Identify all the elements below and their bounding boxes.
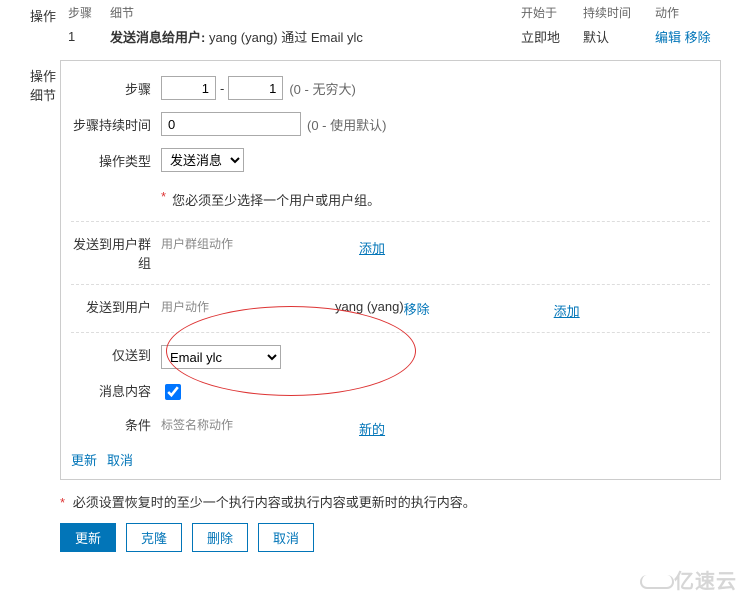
col-duration: 持续时间 <box>577 2 647 23</box>
col-action-groups: 动作 <box>209 235 359 252</box>
col-user-group: 用户群组 <box>161 235 209 252</box>
operations-table: 步骤 细节 开始于 持续时间 动作 1 发送消息给用户: yang (yang)… <box>60 0 721 50</box>
step-duration-input[interactable] <box>161 112 301 136</box>
row-step: 1 <box>62 25 102 48</box>
col-tag: 标签 <box>161 416 185 433</box>
delete-button[interactable]: 删除 <box>192 523 248 552</box>
panel-cancel-link[interactable]: 取消 <box>107 450 133 469</box>
bottom-warning-text: 必须设置恢复时的至少一个执行内容或执行内容或更新时的执行内容。 <box>73 495 476 510</box>
message-content-checkbox[interactable] <box>165 384 181 400</box>
row-detail-rest: yang (yang) 通过 Email ylc <box>209 30 363 45</box>
col-action: 动作 <box>649 2 719 23</box>
add-group-link[interactable]: 添加 <box>359 238 385 257</box>
row-detail-bold: 发送消息给用户: <box>110 30 205 45</box>
step-from-input[interactable] <box>161 76 216 100</box>
new-condition-link[interactable]: 新的 <box>359 419 385 438</box>
col-action-cond: 动作 <box>209 416 359 433</box>
col-action-users: 动作 <box>185 298 335 315</box>
user-item-name: yang (yang) <box>335 299 404 318</box>
col-detail: 细节 <box>104 2 513 23</box>
col-start: 开始于 <box>515 2 575 23</box>
required-mark: * <box>161 189 166 204</box>
panel-update-link[interactable]: 更新 <box>71 450 97 469</box>
add-user-link[interactable]: 添加 <box>554 301 580 320</box>
table-row: 1 发送消息给用户: yang (yang) 通过 Email ylc 立即地 … <box>62 25 719 48</box>
row-duration: 默认 <box>577 25 647 48</box>
col-user: 用户 <box>161 298 185 315</box>
step-duration-hint: (0 - 使用默认) <box>307 115 386 134</box>
row-detail: 发送消息给用户: yang (yang) 通过 Email ylc <box>104 25 513 48</box>
condition-label: 条件 <box>71 415 161 434</box>
send-only-to-select[interactable]: Email ylc <box>161 345 281 369</box>
bottom-warning: * 必须设置恢复时的至少一个执行内容或执行内容或更新时的执行内容。 <box>60 492 721 511</box>
remove-user-link[interactable]: 移除 <box>404 302 430 317</box>
send-only-to-label: 仅送到 <box>71 345 161 364</box>
update-button[interactable]: 更新 <box>60 523 116 552</box>
step-to-input[interactable] <box>228 76 283 100</box>
clone-button[interactable]: 克隆 <box>126 523 182 552</box>
edit-link[interactable]: 编辑 <box>655 30 681 45</box>
watermark-text: 亿速云 <box>674 565 737 594</box>
list-item: yang (yang) 移除 <box>335 297 554 320</box>
watermark: 亿速云 <box>640 565 737 594</box>
send-to-groups-label: 发送到用户群组 <box>71 234 161 272</box>
message-content-label: 消息内容 <box>71 381 161 400</box>
operations-section-label: 操作 <box>0 0 60 25</box>
cloud-icon <box>640 571 670 589</box>
col-name: 名称 <box>185 416 209 433</box>
col-step: 步骤 <box>62 2 102 23</box>
step-range-hint: (0 - 无穷大) <box>289 79 355 98</box>
op-type-select[interactable]: 发送消息 <box>161 148 244 172</box>
send-to-users-label: 发送到用户 <box>71 297 161 316</box>
detail-panel: 步骤 - (0 - 无穷大) 步骤持续时间 (0 - 使用默认) 操作类型 <box>60 60 721 480</box>
details-section-label: 操作细节 <box>0 60 60 104</box>
bottom-required-mark: * <box>60 495 65 510</box>
row-start: 立即地 <box>515 25 575 48</box>
op-type-label: 操作类型 <box>71 151 161 170</box>
cancel-button[interactable]: 取消 <box>258 523 314 552</box>
validation-msg: 您必须至少选择一个用户或用户组。 <box>172 190 380 209</box>
step-duration-label: 步骤持续时间 <box>71 115 161 134</box>
step-label: 步骤 <box>71 79 161 98</box>
dash: - <box>220 81 224 96</box>
remove-link[interactable]: 移除 <box>685 30 711 45</box>
